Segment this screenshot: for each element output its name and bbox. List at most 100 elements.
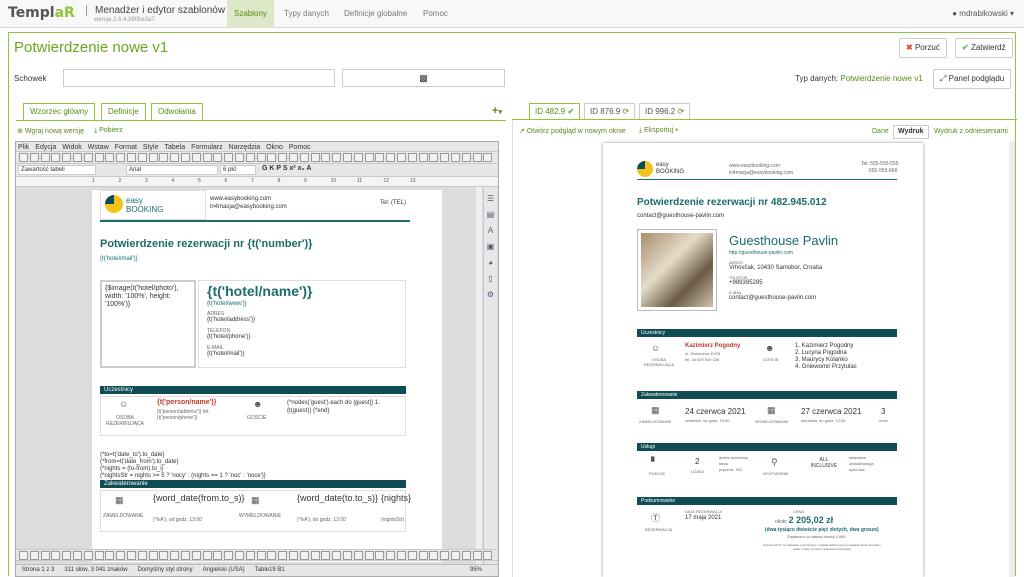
toolbar-button[interactable] <box>127 551 136 560</box>
toolbar-button[interactable] <box>386 153 396 162</box>
font-size-select[interactable]: 6 pkt <box>220 165 256 175</box>
clipboard-image-drop[interactable]: ▩ <box>342 69 505 87</box>
toolbar-button[interactable] <box>245 551 255 560</box>
toolbar-button[interactable] <box>29 551 39 560</box>
toolbar-button[interactable] <box>159 153 169 162</box>
nav-tab-help[interactable]: Pomoc <box>416 0 455 28</box>
menu-insert[interactable]: Wstaw <box>88 144 109 151</box>
toolbar-button[interactable] <box>407 551 417 560</box>
toolbar-button[interactable] <box>278 551 288 560</box>
toolbar-button[interactable] <box>94 153 104 162</box>
tab-id-482[interactable]: ID 482.9 ✔ <box>529 103 581 120</box>
toolbar-button[interactable] <box>364 153 374 162</box>
toolbar-button[interactable] <box>73 153 82 162</box>
toolbar-button[interactable] <box>310 153 320 162</box>
menu-view[interactable]: Widok <box>62 144 81 151</box>
toolbar-button[interactable] <box>375 551 385 560</box>
toolbar-button[interactable] <box>375 153 385 162</box>
tab-references[interactable]: Odwołania <box>151 103 203 121</box>
format-buttons[interactable]: G K P S x² x₂ A <box>262 165 311 172</box>
menu-styles[interactable]: Style <box>143 144 159 151</box>
paragraph-style-select[interactable]: Zawartość tabeli <box>18 165 96 175</box>
toolbar-button[interactable] <box>51 551 61 560</box>
toolbar-button[interactable] <box>483 153 493 162</box>
toolbar-button[interactable] <box>202 153 212 162</box>
toolbar-button[interactable] <box>73 551 82 560</box>
toolbar-button[interactable] <box>353 153 363 162</box>
toolbar-button[interactable] <box>51 153 61 162</box>
toolbar-button[interactable] <box>224 551 234 560</box>
toolbar-button[interactable] <box>461 551 471 560</box>
nav-tab-data-types[interactable]: Typy danych <box>277 0 336 28</box>
toolbar-button[interactable] <box>332 551 342 560</box>
view-tab-print[interactable]: Wydruk <box>893 125 929 139</box>
toolbar-button[interactable] <box>245 153 255 162</box>
toolbar-button[interactable] <box>407 153 417 162</box>
discard-button[interactable]: ✖ Porzuć <box>899 38 947 58</box>
accept-button[interactable]: ✔ Zatwierdź <box>955 38 1013 58</box>
toolbar-button[interactable] <box>105 551 115 560</box>
download-link[interactable]: ⤓ Pobierz <box>94 127 123 135</box>
toolbar-button[interactable] <box>29 153 39 162</box>
toolbar-button[interactable] <box>40 551 50 560</box>
editor-scrollbar[interactable] <box>476 187 482 567</box>
menu-edit[interactable]: Edycja <box>35 144 56 151</box>
add-tab-button[interactable]: +▾ <box>492 105 502 117</box>
view-tab-print-refs[interactable]: Wydruk z odniesieniami <box>929 125 1013 139</box>
preview-scrollbar[interactable] <box>1009 141 1015 577</box>
preview-panel-button[interactable]: ⤢ Panel podglądu <box>933 69 1012 89</box>
menu-file[interactable]: Plik <box>18 144 29 151</box>
toolbar-button[interactable] <box>170 153 180 162</box>
toolbar-button[interactable] <box>191 153 201 162</box>
toolbar-button[interactable] <box>19 551 28 560</box>
view-tab-data[interactable]: Dane <box>867 125 894 139</box>
toolbar-button[interactable] <box>181 153 190 162</box>
toolbar-button[interactable] <box>289 153 298 162</box>
toolbar-button[interactable] <box>429 153 439 162</box>
toolbar-button[interactable] <box>191 551 201 560</box>
toolbar-button[interactable] <box>213 153 223 162</box>
toolbar-button[interactable] <box>353 551 363 560</box>
status-zoom[interactable]: 95% <box>470 565 482 576</box>
toolbar-button[interactable] <box>159 551 169 560</box>
toolbar-button[interactable] <box>94 551 104 560</box>
toolbar-button[interactable] <box>256 551 266 560</box>
toolbar-button[interactable] <box>202 551 212 560</box>
toolbar-button[interactable] <box>267 551 277 560</box>
toolbar-button[interactable] <box>148 551 158 560</box>
toolbar-button[interactable] <box>170 551 180 560</box>
toolbar-button[interactable] <box>440 153 450 162</box>
toolbar-button[interactable] <box>83 153 93 162</box>
toolbar-button[interactable] <box>343 551 352 560</box>
toolbar-button[interactable] <box>256 153 266 162</box>
toolbar-button[interactable] <box>429 551 439 560</box>
nav-tab-templates[interactable]: Szablony <box>227 0 274 28</box>
toolbar-button[interactable] <box>321 551 331 560</box>
toolbar-button[interactable] <box>299 153 309 162</box>
menu-table[interactable]: Tabela <box>164 144 185 151</box>
toolbar-button[interactable] <box>461 153 471 162</box>
toolbar-button[interactable] <box>440 551 450 560</box>
toolbar-button[interactable] <box>364 551 374 560</box>
user-menu[interactable]: ● mdrabikowski ▾ <box>952 9 1014 18</box>
toolbar-button[interactable] <box>310 551 320 560</box>
toolbar-button[interactable] <box>472 551 482 560</box>
tab-id-876[interactable]: ID 876.9 ⟳ <box>584 103 636 120</box>
toolbar-button[interactable] <box>397 153 406 162</box>
data-type-link[interactable]: Potwierdzenie nowe v1 <box>840 74 922 83</box>
toolbar-button[interactable] <box>483 551 493 560</box>
toolbar-button[interactable] <box>343 153 352 162</box>
menu-form[interactable]: Formularz <box>191 144 223 151</box>
export-dropdown[interactable]: ⤓ Eksportuj ▾ <box>639 127 678 135</box>
toolbar-button[interactable] <box>386 551 396 560</box>
sidebar-icons[interactable]: ☰ ▤ A ▣ ◕ ▯ ⚙ <box>484 187 497 303</box>
tab-main-template[interactable]: Wzorzec główny <box>23 103 96 121</box>
toolbar-button[interactable] <box>148 153 158 162</box>
toolbar-button[interactable] <box>332 153 342 162</box>
tab-id-996[interactable]: ID 996.2 ⟳ <box>639 103 691 120</box>
template-document[interactable]: easy BOOKING www.easybooking.com in4macj… <box>92 190 442 562</box>
toolbar-button[interactable] <box>235 153 244 162</box>
clipboard-textarea[interactable] <box>63 69 335 87</box>
toolbar-button[interactable] <box>418 153 428 162</box>
toolbar-button[interactable] <box>235 551 244 560</box>
